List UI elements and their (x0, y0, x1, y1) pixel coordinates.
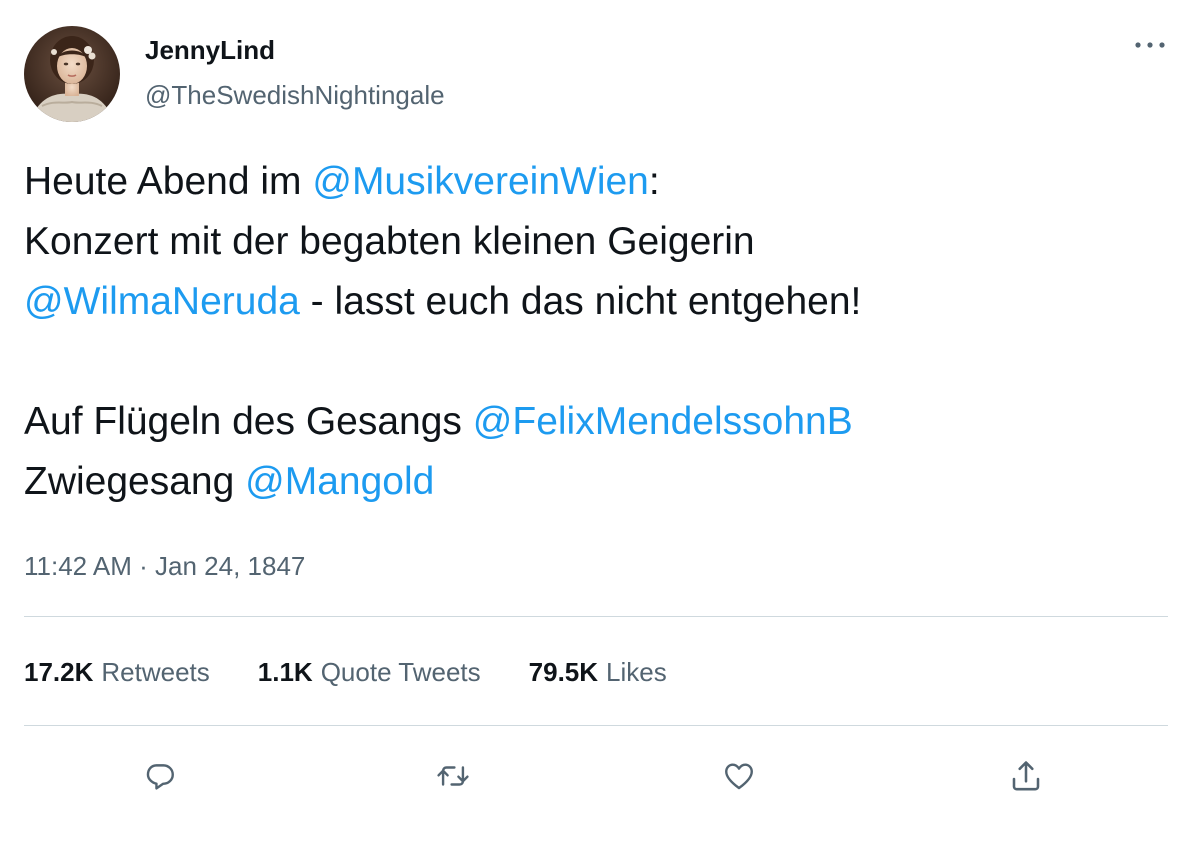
mention-link[interactable]: @WilmaNeruda (24, 280, 300, 323)
tweet-text-line: Auf Flügeln des Gesangs @FelixMendelssoh… (24, 392, 1164, 452)
reply-icon (146, 764, 174, 790)
quote-tweets-stat[interactable]: 1.1K Quote Tweets (258, 654, 481, 690)
mention-link[interactable]: @MusikvereinWien (312, 160, 649, 203)
tweet-text-line: Zwiegesang @Mangold (24, 452, 1164, 512)
divider (24, 725, 1168, 726)
mention-link[interactable]: @Mangold (245, 460, 434, 503)
engagement-stats: 17.2K Retweets 1.1K Quote Tweets 79.5K L… (24, 654, 667, 690)
likes-label: Likes (606, 657, 667, 687)
tweet-timestamp[interactable]: 11:42 AM · Jan 24, 1847 (24, 548, 305, 584)
display-name[interactable]: JennyLind (145, 34, 445, 66)
tweet-text-segment: : (648, 160, 660, 203)
tweet-text-segment: Auf Flügeln des Gesangs (24, 400, 473, 443)
retweets-stat[interactable]: 17.2K Retweets (24, 654, 210, 690)
tweet-text-segment: Heute Abend im (24, 160, 313, 203)
retweet-button[interactable] (427, 750, 479, 802)
quote-tweets-count: 1.1K (257, 657, 313, 687)
tweet-actions (0, 750, 1192, 802)
mention-link[interactable]: @FelixMendelssohnB (473, 400, 853, 443)
divider (24, 616, 1168, 617)
avatar[interactable] (24, 26, 120, 122)
likes-stat[interactable]: 79.5K Likes (529, 654, 667, 690)
tweet-text-segment: Zwiegesang (24, 460, 246, 503)
tweet-card: JennyLind @TheSwedishNightingale Heute A… (0, 0, 1192, 848)
retweet-icon (437, 766, 469, 786)
tweet-text-segment: - lasst euch das nicht entgehen! (299, 280, 862, 323)
author-names: JennyLind @TheSwedishNightingale (145, 34, 445, 111)
retweets-count: 17.2K (24, 657, 94, 687)
tweet-header: JennyLind @TheSwedishNightingale (24, 24, 445, 124)
more-horizontal-icon (1135, 42, 1165, 48)
more-options-button[interactable] (1130, 30, 1170, 60)
tweet-text-segment: Konzert mit der begabten kleinen Geigeri… (24, 220, 755, 263)
user-handle[interactable]: @TheSwedishNightingale (145, 79, 445, 111)
tweet-text-line: @WilmaNeruda - lasst euch das nicht entg… (24, 272, 1164, 332)
retweets-label: Retweets (101, 657, 210, 687)
likes-count: 79.5K (528, 657, 599, 687)
share-icon (1012, 761, 1040, 791)
tweet-text-line: Heute Abend im @MusikvereinWien: (24, 152, 1164, 212)
quote-tweets-label: Quote Tweets (320, 657, 481, 687)
like-button[interactable] (713, 750, 765, 802)
share-button[interactable] (1000, 750, 1052, 802)
tweet-text: Heute Abend im @MusikvereinWien: Konzert … (24, 152, 1164, 512)
tweet-text-line: Konzert mit der begabten kleinen Geigeri… (24, 212, 1164, 272)
reply-button[interactable] (134, 750, 186, 802)
heart-icon (725, 763, 753, 790)
tweet-text-line (24, 332, 1164, 392)
